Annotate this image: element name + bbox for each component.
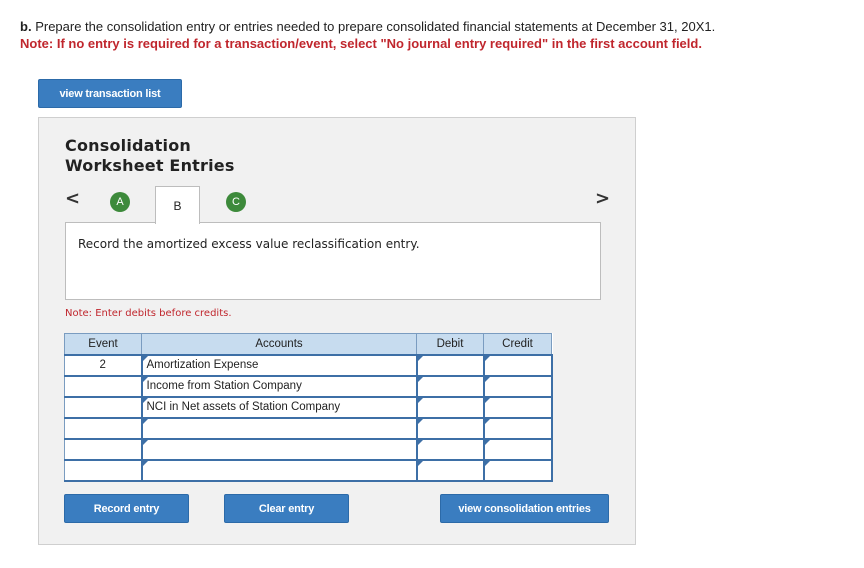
input-corner-icon [484, 418, 490, 424]
entry-description: Record the amortized excess value reclas… [78, 237, 420, 251]
input-corner-icon [417, 439, 423, 445]
event-cell[interactable] [64, 375, 142, 398]
debit-cell[interactable] [416, 375, 485, 398]
credit-cell[interactable] [483, 417, 553, 440]
instructions: b. Prepare the consolidation entry or en… [20, 18, 850, 52]
table-header-row: Event Accounts Debit Credit [64, 333, 552, 356]
tab-b[interactable]: B [155, 186, 200, 224]
chevron-left-icon[interactable]: < [65, 190, 80, 208]
input-corner-icon [417, 460, 423, 466]
dropdown-corner-icon [142, 460, 148, 466]
instruction-body: Prepare the consolidation entry or entri… [35, 19, 716, 34]
header-event: Event [64, 333, 142, 356]
table-row [64, 438, 553, 461]
credit-cell[interactable] [483, 459, 553, 482]
input-corner-icon [484, 439, 490, 445]
account-cell[interactable]: NCI in Net assets of Station Company [140, 396, 418, 419]
event-cell[interactable] [64, 438, 142, 461]
entry-description-box: Record the amortized excess value reclas… [65, 222, 601, 300]
account-value: Amortization Expense [146, 359, 259, 371]
view-consolidation-entries-button[interactable]: view consolidation entries [440, 494, 609, 523]
consolidation-panel: Consolidation Worksheet Entries < A B C … [38, 117, 636, 545]
journal-entry-table: Event Accounts Debit Credit 2 Amortizati… [64, 333, 553, 482]
view-transaction-list-button[interactable]: view transaction list [38, 79, 182, 108]
table-row: Income from Station Company [64, 375, 553, 398]
debit-cell[interactable] [416, 396, 485, 419]
tab-a[interactable]: A [110, 192, 130, 212]
dropdown-corner-icon [142, 418, 148, 424]
header-credit: Credit [483, 333, 552, 356]
account-cell[interactable]: Income from Station Company [140, 375, 418, 398]
debit-cell[interactable] [416, 417, 485, 440]
table-row: NCI in Net assets of Station Company [64, 396, 553, 419]
debit-cell[interactable] [416, 354, 485, 377]
account-cell[interactable] [140, 417, 418, 440]
account-cell[interactable]: Amortization Expense [140, 354, 418, 377]
panel-title-line1: Consolidation [65, 136, 191, 155]
account-value: Income from Station Company [146, 380, 302, 392]
credit-cell[interactable] [483, 396, 553, 419]
account-cell[interactable] [140, 459, 418, 482]
input-corner-icon [417, 397, 423, 403]
panel-title: Consolidation Worksheet Entries [65, 136, 235, 176]
debit-cell[interactable] [416, 438, 485, 461]
dropdown-corner-icon [142, 376, 148, 382]
dropdown-corner-icon [142, 397, 148, 403]
table-row [64, 459, 553, 482]
event-cell[interactable] [64, 396, 142, 419]
input-corner-icon [484, 397, 490, 403]
table-row [64, 417, 553, 440]
part-label: b. [20, 19, 32, 34]
clear-entry-button[interactable]: Clear entry [224, 494, 349, 523]
account-value: NCI in Net assets of Station Company [146, 401, 341, 413]
credit-cell[interactable] [483, 354, 553, 377]
credit-cell[interactable] [483, 438, 553, 461]
debits-credits-hint: Note: Enter debits before credits. [65, 308, 232, 319]
input-corner-icon [417, 418, 423, 424]
chevron-right-icon[interactable]: > [595, 190, 610, 208]
header-debit: Debit [416, 333, 484, 356]
header-accounts: Accounts [141, 333, 417, 356]
input-corner-icon [484, 355, 490, 361]
dropdown-corner-icon [142, 439, 148, 445]
panel-title-line2: Worksheet Entries [65, 156, 235, 175]
input-corner-icon [417, 376, 423, 382]
event-cell[interactable] [64, 459, 142, 482]
event-cell[interactable] [64, 417, 142, 440]
dropdown-corner-icon [142, 355, 148, 361]
account-cell[interactable] [140, 438, 418, 461]
input-corner-icon [484, 460, 490, 466]
input-corner-icon [417, 355, 423, 361]
debit-cell[interactable] [416, 459, 485, 482]
tab-c[interactable]: C [226, 192, 246, 212]
input-corner-icon [484, 376, 490, 382]
event-cell[interactable]: 2 [64, 354, 142, 377]
instruction-note: Note: If no entry is required for a tran… [20, 36, 702, 51]
table-row: 2 Amortization Expense [64, 354, 553, 377]
record-entry-button[interactable]: Record entry [64, 494, 189, 523]
credit-cell[interactable] [483, 375, 553, 398]
instruction-text: b. Prepare the consolidation entry or en… [20, 18, 850, 35]
